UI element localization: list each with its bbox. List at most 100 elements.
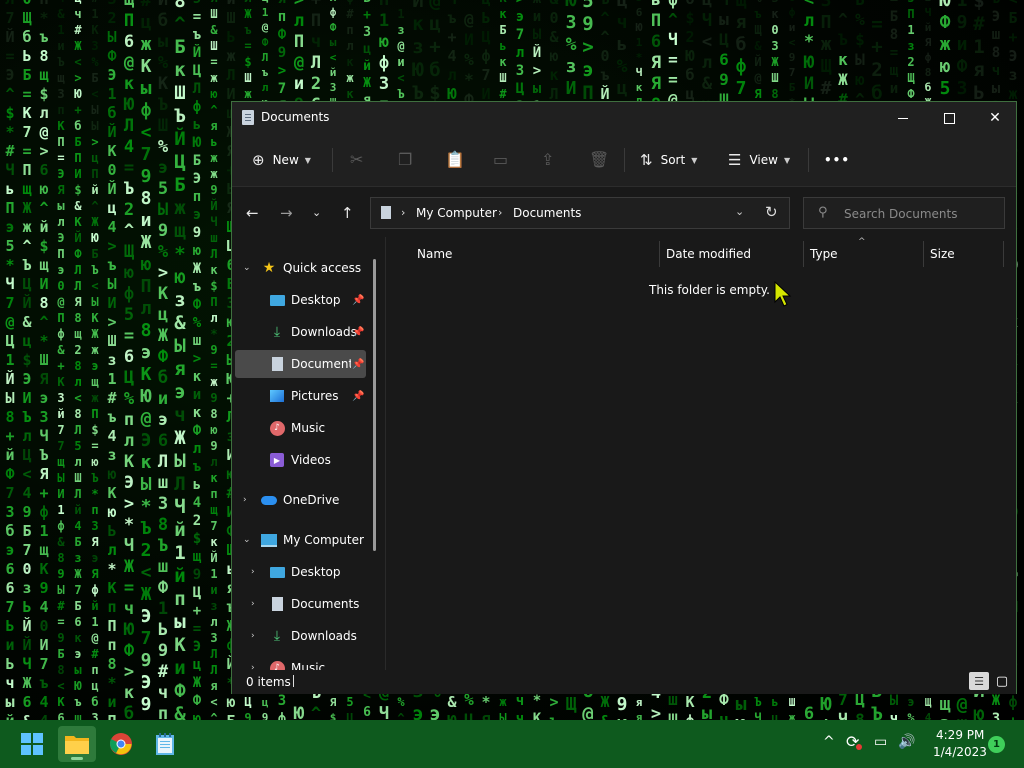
column-divider[interactable] (803, 241, 804, 267)
maximize-button[interactable] (926, 102, 972, 134)
nav-quick-pictures[interactable]: Pictures 📌 (235, 382, 366, 410)
notepad-icon (156, 733, 174, 755)
nav-label: My Computer (283, 533, 364, 547)
status-divider (293, 675, 294, 687)
close-icon: ✕ (989, 110, 1001, 126)
pin-icon: 📌 (352, 326, 365, 338)
column-header-name[interactable]: Name (417, 247, 452, 261)
view-button[interactable]: ☰ View ▼ (728, 144, 790, 176)
column-divider[interactable] (923, 241, 924, 267)
music-icon: ♪ (269, 420, 285, 436)
back-arrow-icon[interactable]: ← (246, 204, 259, 222)
tiles-view-button[interactable]: ▢ (992, 672, 1012, 690)
nav-label: Pictures (291, 389, 339, 403)
search-box[interactable]: ⚲ (803, 197, 1005, 229)
forward-arrow-icon[interactable]: → (280, 204, 293, 222)
taskbar-notepad[interactable] (146, 726, 184, 762)
taskbar-file-explorer[interactable] (58, 726, 96, 762)
navigation-scrollbar[interactable] (373, 259, 376, 551)
pane-divider[interactable] (385, 237, 386, 670)
maximize-icon (943, 112, 955, 124)
chevron-right-icon[interactable]: › (251, 567, 255, 577)
search-icon: ⚲ (818, 205, 828, 220)
see-more-button[interactable]: ••• (824, 144, 850, 176)
sort-label: Sort (660, 153, 686, 167)
breadcrumb-chevron-icon[interactable]: › (401, 206, 405, 219)
nav-quick-downloads[interactable]: ⤓ Downloads 📌 (235, 318, 366, 346)
address-row: ← → ⌄ ↑ › My Computer › Documents ⌄ ↻ ⚲ (232, 187, 1016, 237)
file-list[interactable]: Name Date modified ^ Type Size This fold… (387, 237, 1017, 670)
nav-label: Desktop (291, 565, 341, 579)
cloud-icon (261, 493, 277, 507)
documents-folder-icon (381, 206, 391, 219)
new-label: New (272, 153, 299, 167)
column-divider[interactable] (1003, 241, 1004, 267)
notification-badge[interactable]: 1 (988, 736, 1005, 753)
sort-button[interactable]: ⇅ Sort ▼ (640, 144, 697, 176)
nav-quick-desktop[interactable]: Desktop 📌 (235, 286, 366, 314)
view-lines-icon: ☰ (728, 151, 742, 169)
volume-icon[interactable]: 🔊 (898, 734, 915, 750)
nav-quick-documents[interactable]: Documents 📌 (235, 350, 366, 378)
breadcrumb-my-computer[interactable]: My Computer (416, 206, 497, 220)
column-header-size[interactable]: Size (930, 247, 955, 261)
new-button[interactable]: ⊕ New ▼ (252, 144, 311, 176)
chevron-right-icon[interactable]: › (243, 495, 247, 505)
nav-quick-access[interactable]: ⌄ ★ Quick access (235, 254, 375, 282)
title-bar[interactable]: Documents ✕ (232, 102, 1016, 134)
delete-icon[interactable]: 🗑 (589, 150, 609, 169)
copy-icon[interactable]: ❐ (398, 150, 412, 169)
download-icon: ⤓ (273, 324, 281, 340)
nav-my-computer[interactable]: ⌄ My Computer (235, 526, 375, 554)
address-dropdown-chevron-icon[interactable]: ⌄ (735, 205, 744, 218)
share-icon[interactable]: ⇪ (541, 150, 554, 169)
chevron-down-icon: ▼ (691, 155, 698, 165)
chevron-right-icon[interactable]: › (251, 599, 255, 609)
show-hidden-icons-chevron-icon[interactable]: ^ (823, 734, 835, 750)
breadcrumb-documents[interactable]: Documents (513, 206, 581, 220)
taskbar-chrome[interactable] (102, 726, 140, 762)
paste-icon[interactable]: 📋 (445, 150, 465, 169)
close-button[interactable]: ✕ (972, 102, 1018, 134)
column-header-type[interactable]: Type (810, 247, 838, 261)
details-view-button[interactable]: ☰ (969, 672, 989, 690)
minimize-button[interactable] (880, 102, 926, 134)
nav-onedrive[interactable]: › OneDrive (235, 486, 375, 514)
column-divider[interactable] (659, 241, 660, 267)
documents-icon (269, 597, 285, 611)
plus-circle-icon: ⊕ (252, 151, 265, 169)
tiles-view-icon: ▢ (995, 673, 1009, 689)
address-bar[interactable]: › My Computer › Documents ⌄ ↻ (370, 197, 790, 229)
chevron-right-icon[interactable]: › (251, 663, 255, 670)
matrix-rain-column: Л7Й=Э^$*#ЧьПэ5*Ч7@Ц1ЙЫ8+йФ7Збэ667ЬиЬчый (5, 0, 15, 720)
start-button[interactable] (13, 726, 51, 762)
chevron-right-icon[interactable]: › (251, 631, 255, 641)
clock-date[interactable]: 1/4/2023 (933, 745, 987, 759)
nav-computer-downloads[interactable]: › ⤓ Downloads (235, 622, 366, 650)
matrix-rain-column: 32ЫФЭ1бЙК0Йц4>ъЫИ>Шз1#ъ4зюКюЬл*КпПп8*иП (107, 0, 117, 720)
nav-label: Quick access (283, 261, 362, 275)
matrix-rain-column: ч&1иЪщ3пКП=ЭЯылЭПэ0@Пф&+К3й77щЫИ1ф&89Ы#=… (57, 0, 65, 720)
cut-icon[interactable]: ✂ (350, 150, 363, 169)
star-icon: ★ (262, 260, 276, 276)
clock-time[interactable]: 4:29 PM (936, 728, 984, 742)
nav-computer-music[interactable]: › ♪ Music (235, 654, 366, 670)
nav-label: Documents (291, 357, 351, 371)
taskbar: ^ ⟳ ▭ 🔊 4:29 PM 1/4/2023 (0, 720, 1024, 768)
nav-computer-documents[interactable]: › Documents (235, 590, 366, 618)
search-input[interactable] (842, 204, 996, 224)
divider (808, 148, 809, 172)
up-arrow-icon[interactable]: ↑ (341, 204, 354, 222)
chevron-down-icon[interactable]: ⌄ (243, 535, 251, 545)
chevron-down-icon[interactable]: ⌄ (243, 263, 251, 273)
nav-computer-desktop[interactable]: › Desktop (235, 558, 366, 586)
breadcrumb-chevron-icon[interactable]: › (498, 206, 502, 219)
nav-quick-music[interactable]: ♪ Music (235, 414, 366, 442)
network-icon[interactable]: ▭ (874, 734, 887, 750)
rename-icon[interactable]: ▭ (493, 150, 508, 169)
sort-arrows-icon: ⇅ (640, 151, 653, 169)
recent-locations-chevron-icon[interactable]: ⌄ (312, 206, 321, 219)
refresh-icon[interactable]: ↻ (765, 203, 778, 221)
column-header-date-modified[interactable]: Date modified (666, 247, 751, 261)
nav-quick-videos[interactable]: ▶ Videos (235, 446, 366, 474)
